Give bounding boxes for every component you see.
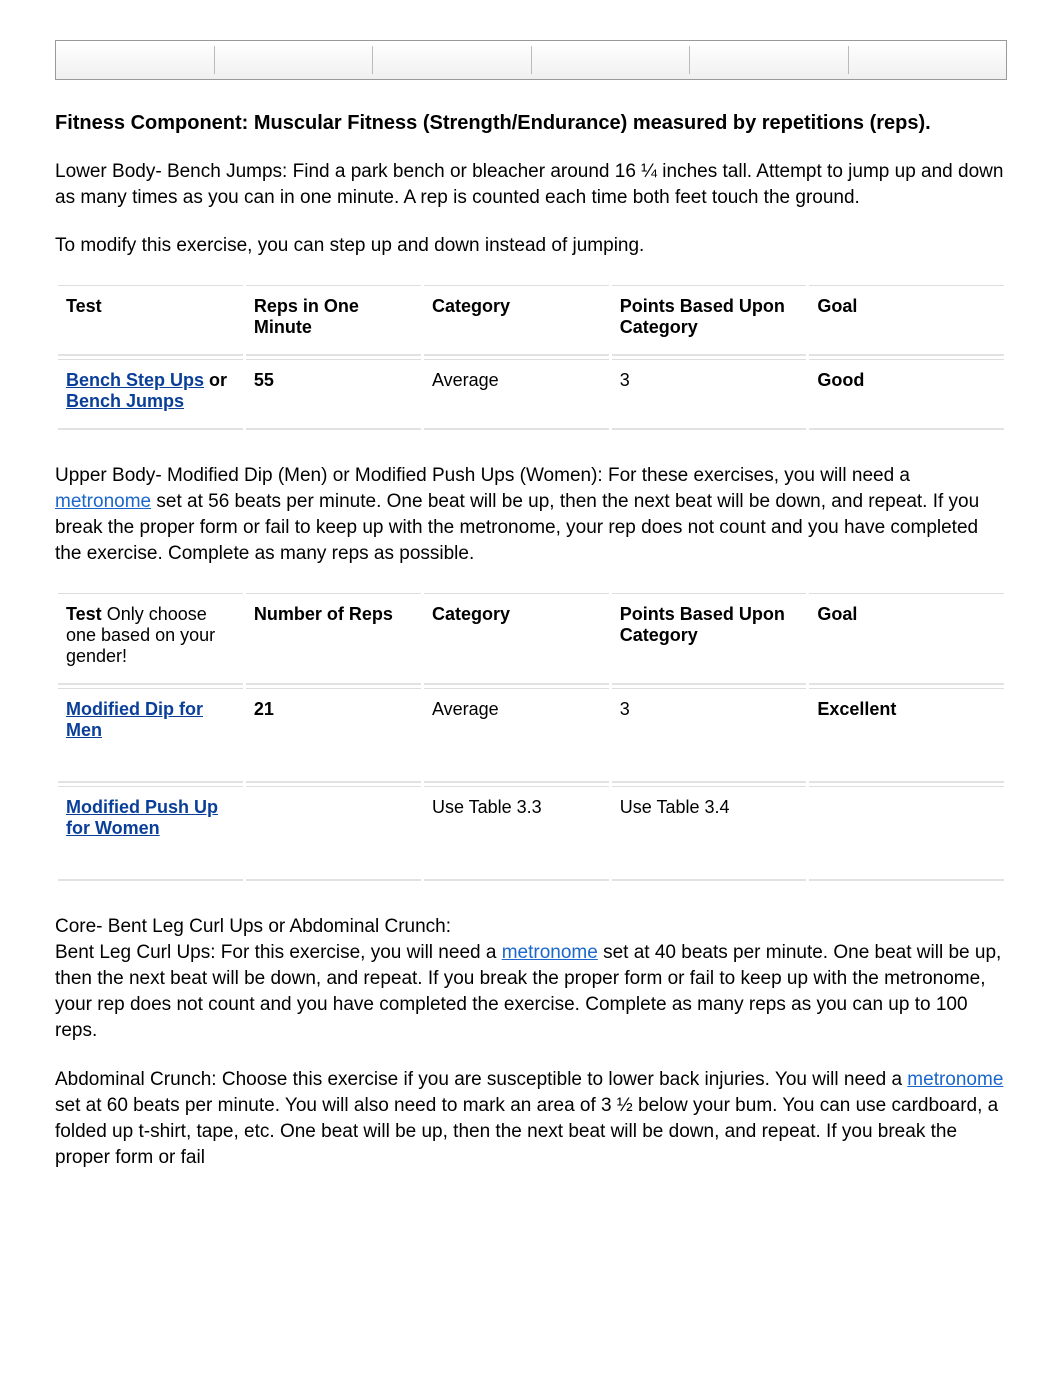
col-header-points: Points Based Upon Category (612, 285, 807, 356)
metronome-link[interactable]: metronome (55, 491, 151, 512)
paragraph-lower-body: Lower Body- Bench Jumps: Find a park ben… (55, 159, 1007, 211)
col-header-goal: Goal (809, 593, 1004, 685)
modified-pushup-link[interactable]: Modified Push Up for Women (66, 797, 218, 838)
col-header-goal: Goal (809, 285, 1004, 356)
text-segment: Upper Body- Modified Dip (Men) or Modifi… (55, 465, 910, 486)
test-join-text: or (204, 370, 227, 390)
blank-cell (532, 46, 691, 74)
metronome-link[interactable]: metronome (907, 1069, 1003, 1090)
modified-dip-link[interactable]: Modified Dip for Men (66, 699, 203, 740)
bench-step-ups-link[interactable]: Bench Step Ups (66, 370, 204, 390)
cell-goal: Good (809, 359, 1004, 430)
cell-reps (246, 786, 421, 881)
col-header-points: Points Based Upon Category (612, 593, 807, 685)
core-heading-line: Core- Bent Leg Curl Ups or Abdominal Cru… (55, 916, 451, 937)
col-header-reps: Reps in One Minute (246, 285, 421, 356)
text-segment: set at 60 beats per minute. You will als… (55, 1095, 998, 1168)
text-segment: set at 56 beats per minute. One beat wil… (55, 491, 979, 564)
lower-body-table: Test Reps in One Minute Category Points … (55, 282, 1007, 433)
blank-cell (690, 46, 849, 74)
document-page: Fitness Component: Muscular Fitness (Str… (0, 0, 1062, 1192)
paragraph-core: Core- Bent Leg Curl Ups or Abdominal Cru… (55, 914, 1007, 1045)
cell-category: Average (424, 688, 609, 783)
text-segment: Bent Leg Curl Ups: For this exercise, yo… (55, 942, 502, 963)
cell-points: 3 (612, 688, 807, 783)
col-header-category: Category (424, 593, 609, 685)
paragraph-modify-note: To modify this exercise, you can step up… (55, 233, 1007, 259)
cell-reps: 21 (246, 688, 421, 783)
bench-jumps-link[interactable]: Bench Jumps (66, 391, 184, 411)
cell-category: Average (424, 359, 609, 430)
cell-reps: 55 (246, 359, 421, 430)
table-row: Modified Dip for Men 21 Average 3 Excell… (58, 688, 1004, 783)
cell-goal: Excellent (809, 688, 1004, 783)
table-row: Bench Step Ups or Bench Jumps 55 Average… (58, 359, 1004, 430)
blank-cell (849, 46, 1007, 74)
col-header-category: Category (424, 285, 609, 356)
col-header-test: Test Only choose one based on your gende… (58, 593, 243, 685)
paragraph-abdominal-crunch: Abdominal Crunch: Choose this exercise i… (55, 1067, 1007, 1172)
cell-category: Use Table 3.3 (424, 786, 609, 881)
upper-body-table: Test Only choose one based on your gende… (55, 590, 1007, 884)
cell-goal (809, 786, 1004, 881)
top-empty-table (55, 40, 1007, 80)
cell-points: Use Table 3.4 (612, 786, 807, 881)
cell-points: 3 (612, 359, 807, 430)
metronome-link[interactable]: metronome (502, 942, 598, 963)
blank-cell (373, 46, 532, 74)
header-test-prefix: Test (66, 604, 107, 624)
table-row: Modified Push Up for Women Use Table 3.3… (58, 786, 1004, 881)
section-heading: Fitness Component: Muscular Fitness (Str… (55, 110, 1007, 137)
blank-cell (56, 46, 215, 74)
text-segment: Abdominal Crunch: Choose this exercise i… (55, 1069, 907, 1090)
col-header-reps: Number of Reps (246, 593, 421, 685)
paragraph-upper-body: Upper Body- Modified Dip (Men) or Modifi… (55, 463, 1007, 568)
col-header-test: Test (58, 285, 243, 356)
blank-cell (215, 46, 374, 74)
